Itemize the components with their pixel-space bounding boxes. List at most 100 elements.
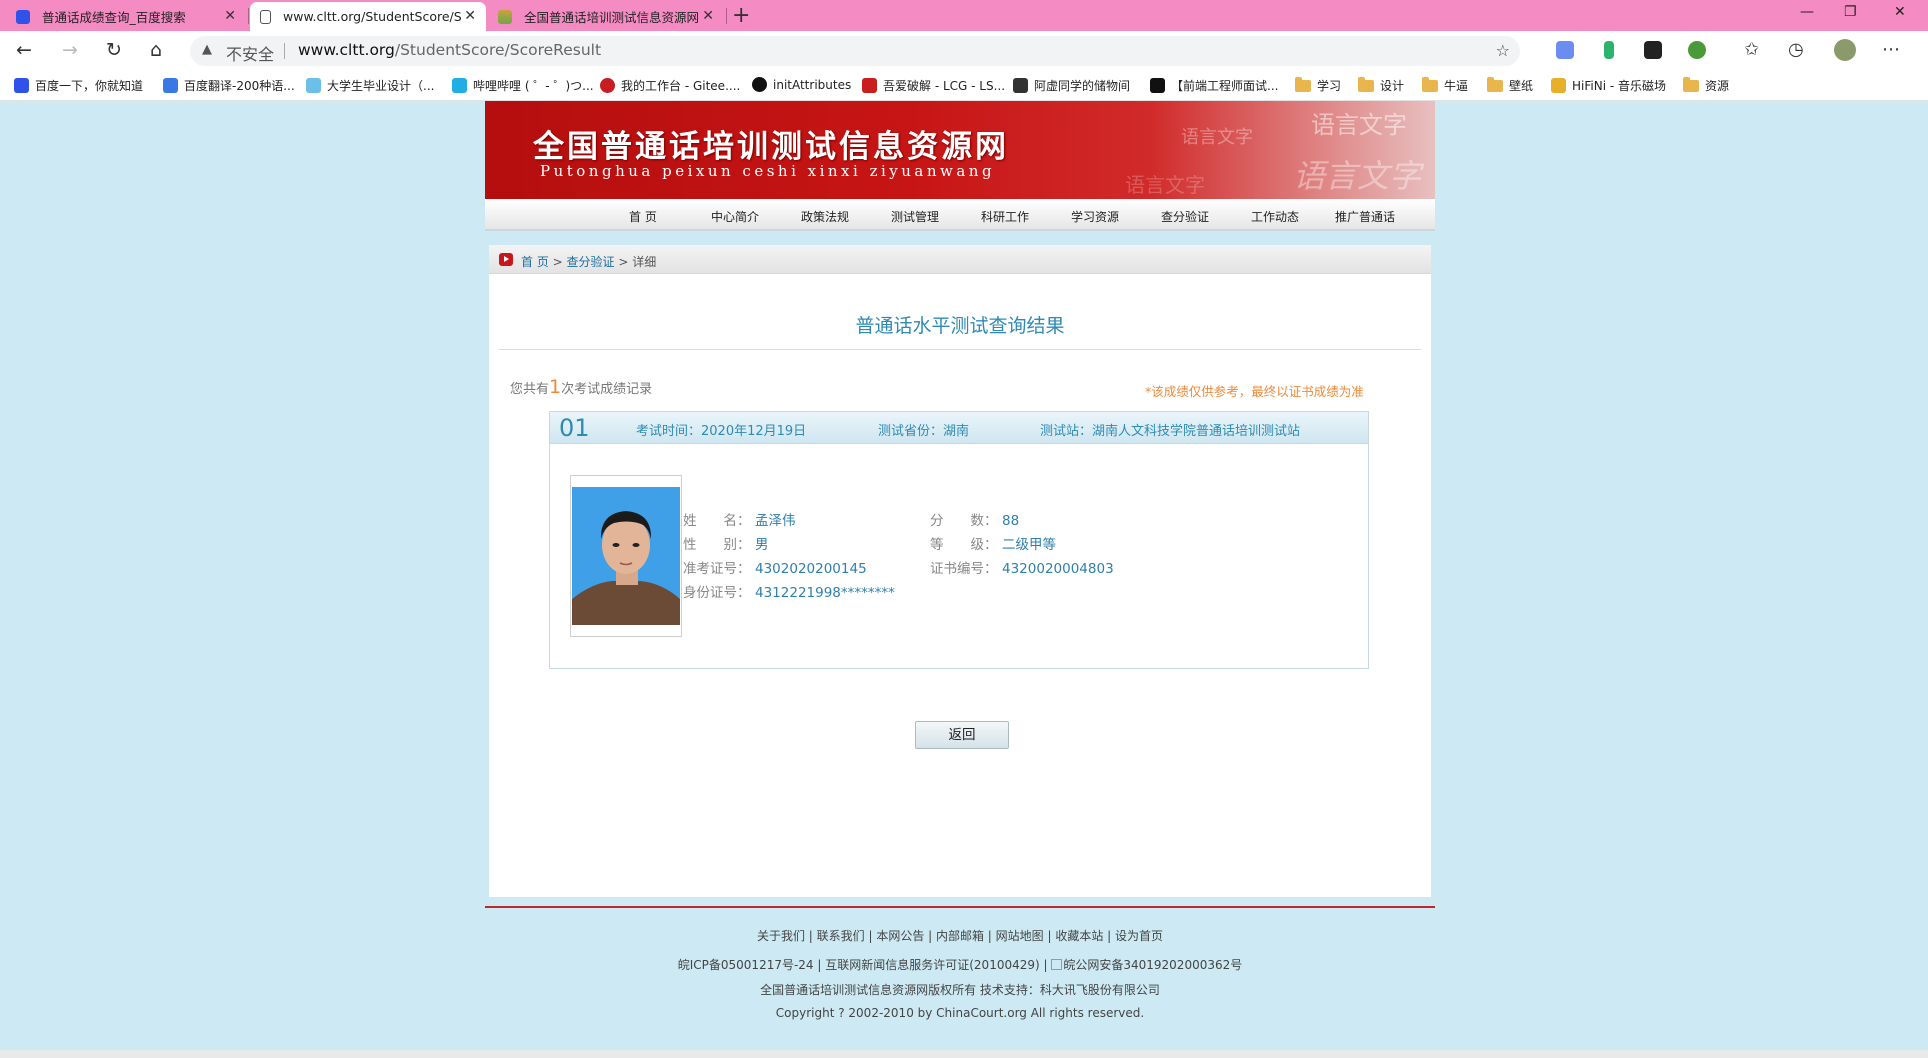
nav-score-query[interactable]: 查分验证: [1161, 208, 1209, 225]
nav-research[interactable]: 科研工作: [981, 208, 1029, 225]
divider: [284, 43, 285, 59]
bookmark-item[interactable]: 吾爱破解 - LCG - LS...: [862, 77, 1005, 94]
bookmark-label: 百度翻译-200种语...: [184, 79, 295, 93]
field-certificate-number: 证书编号： 4320020004803: [930, 557, 1114, 577]
bookmark-item[interactable]: initAttributes: [752, 77, 851, 92]
bookmark-folder[interactable]: 设计: [1358, 76, 1404, 94]
nav-home[interactable]: 首 页: [629, 208, 657, 225]
restore-icon[interactable]: ❐: [1844, 4, 1857, 20]
field-id-number: 身份证号： 4312221998********: [683, 581, 895, 601]
bookmark-label: 哔哩哔哩 ( ゜- ゜)つ...: [473, 79, 594, 93]
tab-baidu-search[interactable]: 普通话成绩查询_百度搜索 ✕: [6, 2, 246, 31]
bookmark-item[interactable]: 百度翻译-200种语...: [163, 77, 295, 94]
footer-divider: [485, 906, 1435, 908]
bookmark-label: 资源: [1705, 79, 1730, 93]
tab-title: 普通话成绩查询_百度搜索: [42, 10, 186, 25]
banner-decoration: 语言文字: [1311, 111, 1407, 139]
breadcrumb-home[interactable]: 首 页: [521, 255, 549, 269]
exam-time: 考试时间：2020年12月19日: [636, 424, 807, 439]
warning-icon[interactable]: ▲: [202, 42, 212, 57]
back-button[interactable]: 返回: [915, 721, 1009, 749]
divider: [499, 349, 1421, 350]
play-bullet-icon: [499, 253, 513, 266]
github-icon: [752, 77, 767, 92]
extension-icon[interactable]: [1644, 41, 1662, 59]
translate-icon: [163, 78, 178, 93]
forward-arrow-icon[interactable]: →: [62, 39, 78, 61]
back-arrow-icon[interactable]: ←: [16, 39, 32, 61]
score-record-card: 01 考试时间：2020年12月19日 测试省份：湖南 测试站：湖南人文科技学院…: [549, 411, 1369, 669]
bookmark-item[interactable]: 【前端工程师面试...: [1150, 77, 1278, 94]
nav-policy[interactable]: 政策法规: [801, 208, 849, 225]
bookmark-folder[interactable]: 壁纸: [1487, 76, 1533, 94]
nav-promotion[interactable]: 推广普通话: [1335, 208, 1395, 225]
bookmark-label: 大学生毕业设计（...: [327, 79, 435, 93]
close-icon[interactable]: ✕: [464, 8, 476, 24]
window-close-icon[interactable]: ✕: [1894, 4, 1906, 20]
add-favorite-icon[interactable]: ☆: [1496, 41, 1510, 60]
field-level: 等 级： 二级甲等: [930, 533, 1056, 553]
bookmark-item[interactable]: 我的工作台 - Gitee....: [600, 77, 740, 94]
broken-image-icon: [1051, 959, 1063, 970]
extension-icon[interactable]: [1688, 41, 1706, 59]
close-icon[interactable]: ✕: [224, 8, 236, 24]
portrait-image: [572, 487, 680, 625]
tab-strip: 普通话成绩查询_百度搜索 ✕ www.cltt.org/StudentScore…: [0, 0, 1928, 31]
icp-text[interactable]: 皖ICP备05001217号-24 | 互联网新闻信息服务许可证(2010042…: [678, 958, 1052, 972]
tab-cltt-home[interactable]: 全国普通话培训测试信息资源网 ✕: [488, 2, 724, 31]
bookmark-label: 阿虚同学的储物间: [1034, 79, 1131, 93]
bookmark-label: 吾爱破解 - LCG - LS...: [883, 79, 1006, 93]
bookmark-item[interactable]: 大学生毕业设计（...: [306, 77, 434, 94]
bookmark-folder[interactable]: 牛逼: [1422, 76, 1468, 94]
more-menu-icon[interactable]: ⋯: [1882, 39, 1900, 60]
extension-icon[interactable]: [1556, 41, 1574, 59]
extension-icon[interactable]: [1604, 41, 1614, 59]
content-panel: 首 页 > 查分验证 > 详细 普通话水平测试查询结果 您共有1次考试成绩记录 …: [489, 245, 1431, 897]
site-banner: 语言文字 语言文字 语言文字 语言文字 全国普通话培训测试信息资源网 Puton…: [485, 101, 1435, 199]
nav-resources[interactable]: 学习资源: [1071, 208, 1119, 225]
bookmark-folder[interactable]: 学习: [1295, 76, 1341, 94]
record-header: 01 考试时间：2020年12月19日 测试省份：湖南 测试站：湖南人文科技学院…: [550, 412, 1368, 444]
field-name: 姓 名： 孟泽伟: [683, 509, 796, 529]
breadcrumb-separator: >: [548, 255, 567, 269]
url-text[interactable]: www.cltt.org/StudentScore/ScoreResult: [298, 41, 601, 59]
bookmark-item[interactable]: HiFiNi - 音乐磁场: [1551, 77, 1666, 94]
tab-score-result[interactable]: www.cltt.org/StudentScore/Score ✕: [250, 2, 486, 31]
nav-about[interactable]: 中心简介: [711, 208, 759, 225]
site-title: 全国普通话培训测试信息资源网: [533, 129, 1009, 165]
footer-icp: 皖ICP备05001217号-24 | 互联网新闻信息服务许可证(2010042…: [485, 956, 1435, 973]
home-icon[interactable]: ⌂: [150, 39, 162, 61]
security-label[interactable]: 不安全: [226, 41, 274, 65]
tab-title: www.cltt.org/StudentScore/Score: [283, 9, 461, 24]
nav-test-management[interactable]: 测试管理: [891, 208, 939, 225]
new-tab-icon[interactable]: +: [732, 3, 750, 28]
bookmark-item[interactable]: 百度一下，你就知道: [14, 77, 143, 94]
minimize-icon[interactable]: —: [1800, 4, 1814, 20]
police-record-text[interactable]: 皖公网安备34019202000362号: [1063, 958, 1242, 972]
footer-links[interactable]: 关于我们 | 联系我们 | 本网公告 | 内部邮箱 | 网站地图 | 收藏本站 …: [485, 927, 1435, 944]
field-label: 姓 名：: [683, 513, 751, 529]
hifini-icon: [1551, 78, 1566, 93]
page-title: 普通话水平测试查询结果: [855, 315, 1065, 337]
disclaimer-note: *该成绩仅供参考，最终以证书成绩为准: [1145, 384, 1364, 399]
bookmark-item[interactable]: 哔哩哔哩 ( ゜- ゜)つ...: [452, 77, 594, 94]
reload-icon[interactable]: ↻: [106, 39, 122, 61]
avatar[interactable]: [1834, 39, 1856, 61]
count-number: 1: [549, 376, 562, 398]
storage-icon: [1013, 78, 1028, 93]
breadcrumb-section[interactable]: 查分验证: [567, 255, 615, 269]
breadcrumb-separator: >: [614, 255, 633, 269]
folder-icon: [1422, 76, 1438, 92]
field-label: 性 别：: [683, 537, 751, 553]
cloud-icon: [306, 78, 321, 93]
favorites-icon[interactable]: ✩: [1744, 39, 1759, 60]
close-icon[interactable]: ✕: [702, 8, 714, 24]
bookmarks-bar: 百度一下，你就知道 百度翻译-200种语... 大学生毕业设计（... 哔哩哔哩…: [0, 71, 1928, 101]
bookmark-folder[interactable]: 资源: [1683, 76, 1730, 94]
bookmark-item[interactable]: 阿虚同学的储物间: [1013, 77, 1130, 94]
folder-icon: [1683, 76, 1699, 92]
nav-news[interactable]: 工作动态: [1251, 208, 1299, 225]
address-bar[interactable]: ▲ 不安全 www.cltt.org/StudentScore/ScoreRes…: [190, 36, 1520, 66]
field-value: 二级甲等: [1002, 537, 1056, 553]
history-icon[interactable]: ◷: [1788, 39, 1804, 60]
